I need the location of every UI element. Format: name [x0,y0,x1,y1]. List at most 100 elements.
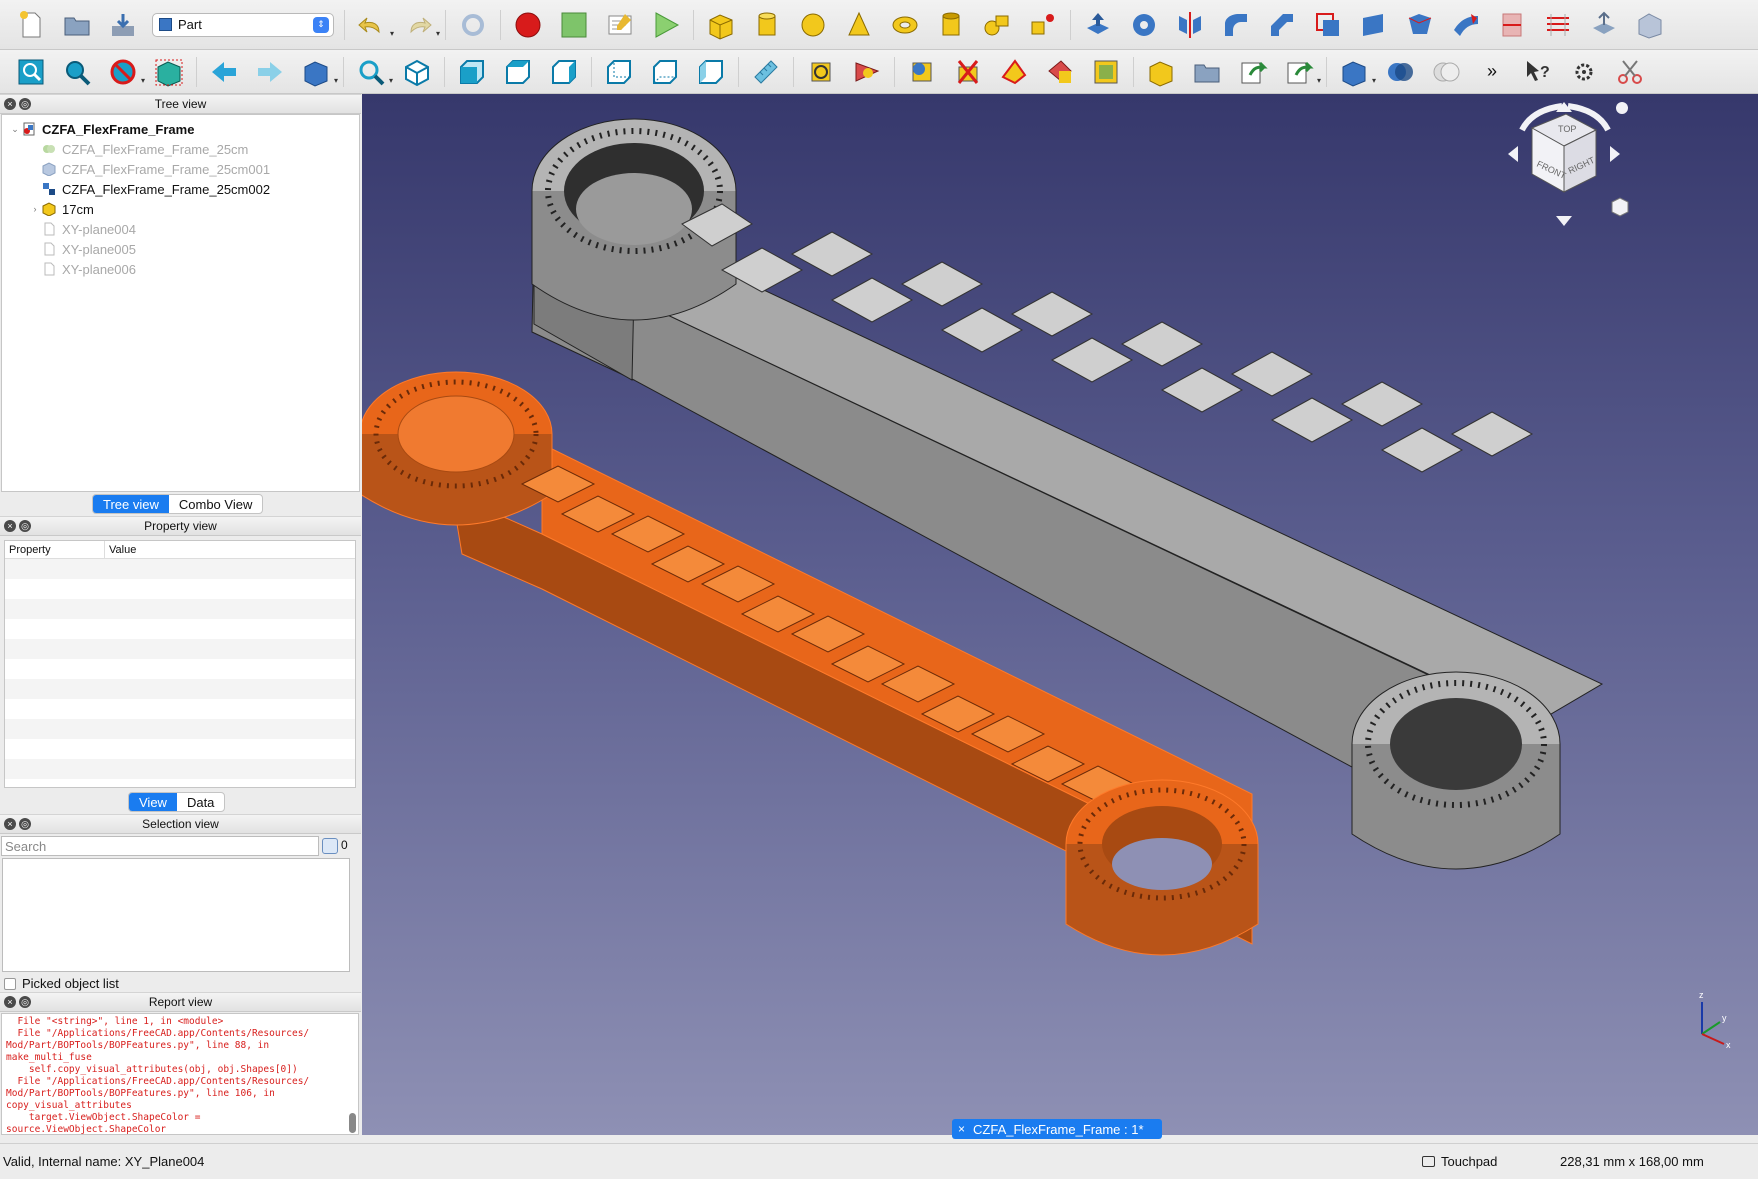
close-icon[interactable]: × [958,1122,965,1136]
ruled-surface-button[interactable] [1354,6,1394,44]
tab-view[interactable]: View [129,793,177,811]
back-button[interactable] [204,53,244,91]
float-icon[interactable]: ◎ [19,98,31,110]
value-column-header[interactable]: Value [105,541,136,558]
link-button[interactable] [1233,53,1273,91]
zoom-button[interactable]: ▾ [351,53,393,91]
chamfer-button[interactable] [1262,6,1302,44]
bottom-view-button[interactable] [645,53,685,91]
chevron-right-icon[interactable]: › [28,204,42,214]
revolve-button[interactable] [1124,6,1164,44]
box-button[interactable] [701,6,741,44]
fit-selection-button[interactable] [57,53,97,91]
measure-linear-button[interactable] [801,53,841,91]
report-output[interactable]: File "<string>", line 1, in <module> Fil… [1,1013,359,1135]
picked-object-list-checkbox[interactable]: Picked object list [4,976,119,991]
undo-button[interactable]: ▾ [352,6,394,44]
more-tools-button[interactable]: » [1472,53,1512,91]
tree-item[interactable]: CZFA_FlexFrame_Frame_25cm002 [2,179,359,199]
measure-toggle-delta-button[interactable] [1086,53,1126,91]
thickness-button[interactable] [1630,6,1670,44]
forward-button[interactable] [250,53,290,91]
navcube-rotate-left-icon[interactable] [1508,146,1518,162]
navcube-rotate-down-icon[interactable] [1556,216,1572,226]
left-view-button[interactable] [691,53,731,91]
cut-button[interactable] [1610,53,1650,91]
3d-viewport[interactable]: TOP FRONT RIGHT z y x [362,94,1758,1135]
chevron-down-icon[interactable]: ⌄ [8,124,22,135]
tree-item[interactable]: XY-plane005 [2,239,359,259]
close-icon[interactable]: × [4,98,16,110]
tab-tree-view[interactable]: Tree view [93,495,169,513]
mirror-button[interactable] [1170,6,1210,44]
tree-item[interactable]: CZFA_FlexFrame_Frame_25cm001 [2,159,359,179]
union-button[interactable] [1426,53,1466,91]
edit-macro-button[interactable] [600,6,640,44]
tab-combo-view[interactable]: Combo View [169,495,262,513]
report-scrollbar[interactable] [349,1113,356,1133]
tab-data[interactable]: Data [177,793,224,811]
cylinder-button[interactable] [747,6,787,44]
close-icon[interactable]: × [4,996,16,1008]
extrude-button[interactable] [1078,6,1118,44]
stop-macro-button[interactable] [554,6,594,44]
navcube-small-cube-icon[interactable] [1611,197,1629,217]
property-column-header[interactable]: Property [5,541,105,558]
float-icon[interactable]: ◎ [19,996,31,1008]
measure-refresh-button[interactable] [902,53,942,91]
fillet-button[interactable] [1216,6,1256,44]
float-icon[interactable]: ◎ [19,818,31,830]
measure-clear-button[interactable] [948,53,988,91]
rear-view-button[interactable] [599,53,639,91]
close-icon[interactable]: × [4,520,16,532]
navcube-rotate-right-icon[interactable] [1610,146,1620,162]
cross-sections-button[interactable] [1538,6,1578,44]
section-button[interactable] [1492,6,1532,44]
front-view-button[interactable] [452,53,492,91]
boolean-button[interactable] [1380,53,1420,91]
measure-toggle-3d-button[interactable] [1040,53,1080,91]
draw-style-button[interactable]: ▾ [103,53,145,91]
clear-search-icon[interactable] [322,838,338,854]
redo-button[interactable]: ▾ [398,6,440,44]
sweep-button[interactable] [1446,6,1486,44]
isometric-view-button[interactable] [397,53,437,91]
selection-list[interactable] [2,858,350,972]
tube-button[interactable] [931,6,971,44]
workbench-selector[interactable]: Part ⇕ [152,12,334,37]
measure-toggle-all-button[interactable] [994,53,1034,91]
part-container-button[interactable] [1141,53,1181,91]
loft-button[interactable] [1400,6,1440,44]
top-view-button[interactable] [498,53,538,91]
group-button[interactable] [1187,53,1227,91]
tree-item[interactable]: CZFA_FlexFrame_Frame_25cm [2,139,359,159]
record-macro-button[interactable] [508,6,548,44]
make-face-button[interactable] [1308,6,1348,44]
run-macro-button[interactable] [646,6,686,44]
float-icon[interactable]: ◎ [19,520,31,532]
shape-builder-button[interactable] [1023,6,1063,44]
right-view-button[interactable] [544,53,584,91]
navcube-menu-icon[interactable] [1616,102,1628,114]
measure-button[interactable] [746,53,786,91]
fit-all-button[interactable] [11,53,51,91]
save-button[interactable] [103,6,143,44]
document-tab[interactable]: × CZFA_FlexFrame_Frame : 1* [952,1119,1162,1139]
tree-item[interactable]: XY-plane006 [2,259,359,279]
tree-item[interactable]: › 17cm [2,199,359,219]
cone-button[interactable] [839,6,879,44]
navigation-cube[interactable]: TOP FRONT RIGHT [1508,102,1629,226]
new-document-button[interactable] [11,6,51,44]
box-selection-button[interactable]: ▾ [1334,53,1376,91]
std-views-button[interactable]: ▾ [296,53,338,91]
link-actions-button[interactable]: ▾ [1279,53,1321,91]
tree-item-root[interactable]: ⌄ CZFA_FlexFrame_Frame [2,119,359,139]
settings-button[interactable] [1564,53,1604,91]
refresh-button[interactable] [453,6,493,44]
close-icon[interactable]: × [4,818,16,830]
navcube-top-label[interactable]: TOP [1558,124,1576,134]
navigation-style-button[interactable]: Touchpad [1422,1154,1497,1169]
offset-button[interactable] [1584,6,1624,44]
whats-this-button[interactable]: ? [1518,53,1558,91]
primitives-button[interactable] [977,6,1017,44]
